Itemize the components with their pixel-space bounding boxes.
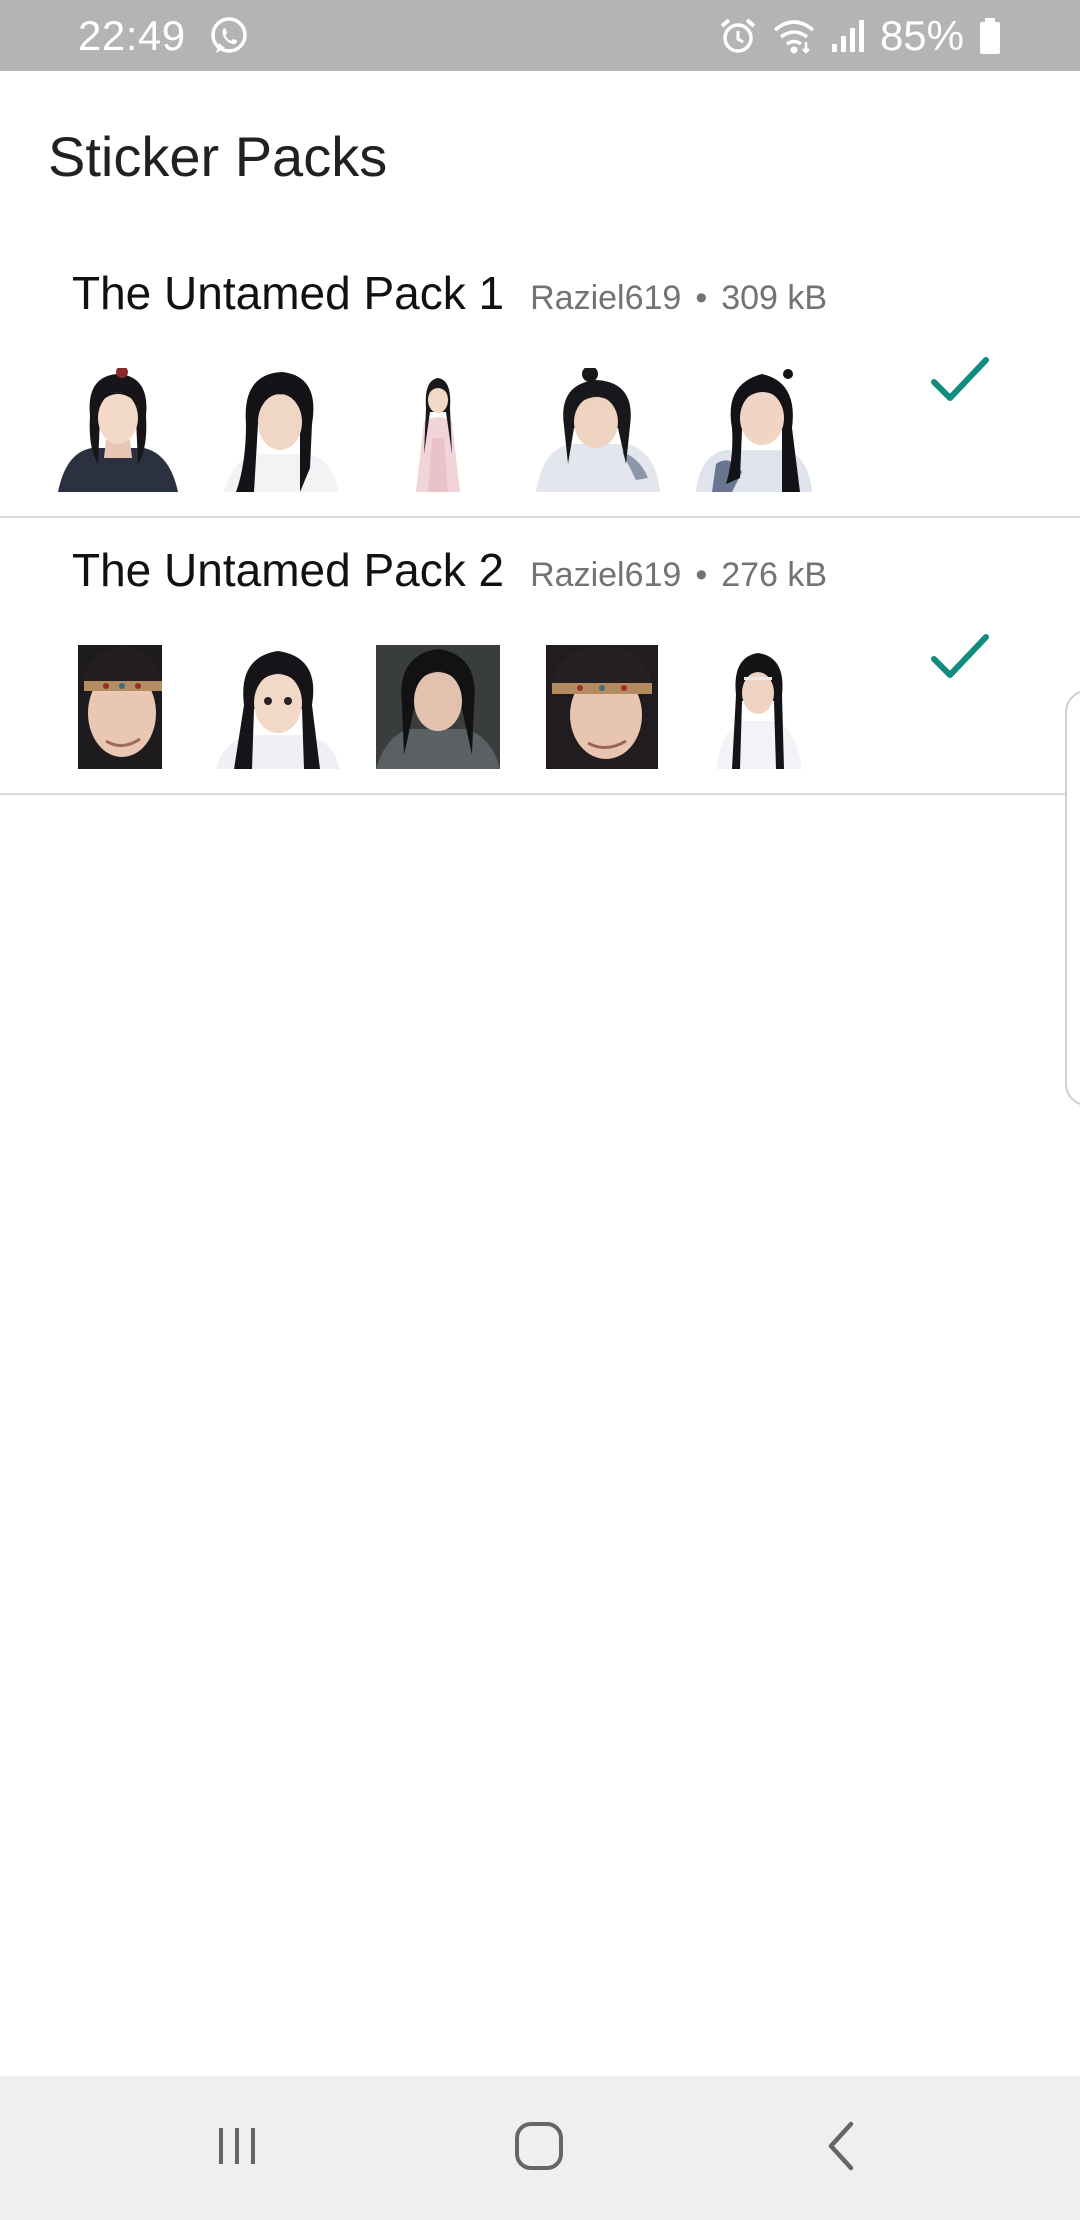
pack-meta: Raziel619 • 309 kB (530, 279, 827, 318)
status-right: 85% (718, 10, 1002, 62)
sticker-thumbnail (56, 645, 180, 769)
home-button[interactable] (494, 2112, 584, 2184)
added-check-icon (928, 629, 992, 685)
sticker-thumbnails (56, 368, 820, 492)
pack-name: The Untamed Pack 1 (72, 267, 505, 319)
signal-icon (830, 16, 866, 56)
pack-header: The Untamed Pack 1 Raziel619 • 309 kB (72, 266, 827, 320)
meta-separator: • (695, 279, 708, 317)
sticker-thumbnail (376, 368, 500, 492)
recents-button[interactable] (192, 2112, 282, 2184)
recents-icon (213, 2122, 261, 2175)
pack-size: 276 kB (721, 556, 828, 594)
alarm-icon (718, 16, 758, 56)
sticker-thumbnails (56, 645, 820, 769)
battery-percent: 85% (879, 12, 964, 59)
navigation-bar (0, 2076, 1080, 2220)
sticker-thumbnail (696, 368, 820, 492)
whatsapp-icon (208, 15, 250, 57)
status-left: 22:49 (78, 10, 250, 62)
pack-header: The Untamed Pack 2 Raziel619 • 276 kB (72, 543, 827, 597)
pack-publisher: Raziel619 (530, 556, 682, 594)
status-bar: 22:49 85% (0, 0, 1080, 71)
sticker-pack-row[interactable]: The Untamed Pack 1 Raziel619 • 309 kB (0, 240, 1080, 518)
sticker-thumbnail (216, 645, 340, 769)
wifi-icon (772, 16, 816, 56)
pack-meta: Raziel619 • 276 kB (530, 556, 827, 595)
sticker-thumbnail (536, 645, 660, 769)
clock: 22:49 (78, 12, 186, 59)
added-check-icon (928, 352, 992, 408)
sticker-thumbnail (216, 368, 340, 492)
sticker-thumbnail (376, 645, 500, 769)
sticker-thumbnail (56, 368, 180, 492)
page-title: Sticker Packs (48, 125, 388, 188)
edge-panel-handle[interactable] (1065, 690, 1080, 1106)
back-button[interactable] (796, 2112, 886, 2184)
back-icon (821, 2120, 861, 2177)
home-icon (513, 2120, 565, 2177)
sticker-pack-row[interactable]: The Untamed Pack 2 Raziel619 • 276 kB (0, 517, 1080, 795)
battery-icon (978, 16, 1002, 56)
pack-size: 309 kB (721, 279, 828, 317)
sticker-thumbnail (536, 368, 660, 492)
pack-publisher: Raziel619 (530, 279, 682, 317)
sticker-thumbnail (696, 645, 820, 769)
pack-name: The Untamed Pack 2 (72, 544, 505, 596)
meta-separator: • (695, 556, 708, 594)
